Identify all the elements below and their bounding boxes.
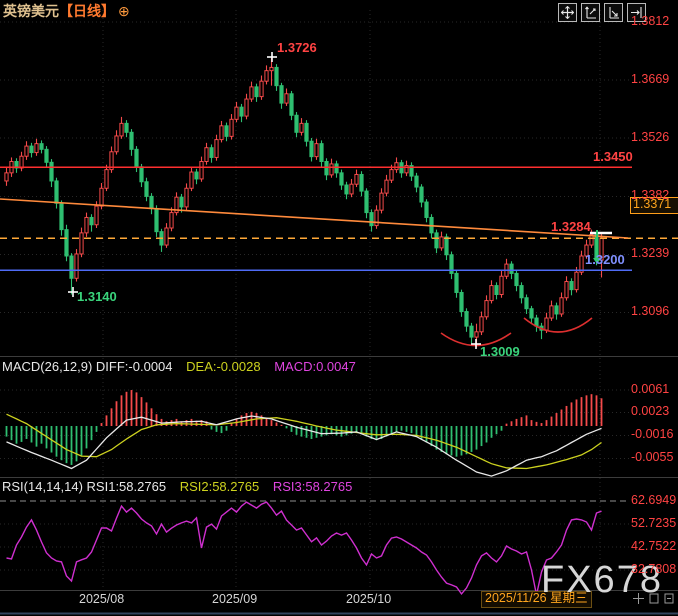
- axis-tick-label: 0.0061: [631, 383, 678, 397]
- resistance-price-label: 1.3450: [593, 150, 633, 164]
- pane-icon-2[interactable]: [664, 591, 674, 609]
- chart-canvas[interactable]: [0, 0, 678, 616]
- axis-tick-label: 52.7235: [631, 517, 678, 531]
- axis-tick-label: 1.3812: [631, 15, 678, 29]
- x-axis-month-label: 2025/09: [212, 593, 257, 607]
- trendline: [0, 199, 628, 238]
- double-bottom-arc: [524, 318, 592, 332]
- axis-tick-label: 32.7808: [631, 563, 678, 577]
- axis-tick-label: 42.7522: [631, 540, 678, 554]
- scale-y-left-icon[interactable]: [581, 3, 600, 22]
- support-price-label: 1.3200: [585, 253, 625, 267]
- swing-high-label: 1.3726: [277, 41, 317, 55]
- macd-dea-value: DEA:-0.0028: [186, 359, 260, 374]
- x-axis-month-label: 2025/10: [346, 593, 391, 607]
- period-label: 【日线】: [59, 3, 115, 19]
- x-axis-month-label: 2025/08: [79, 593, 124, 607]
- move-icon[interactable]: [558, 3, 577, 22]
- macd-hist-value: MACD:0.0047: [274, 359, 356, 374]
- scale-y-right-icon[interactable]: [604, 3, 623, 22]
- add-indicator-icon[interactable]: ⊕: [118, 3, 130, 19]
- rsi-params: RSI(14,14,14) RSI1:58.2765: [2, 479, 166, 494]
- axis-tick-label: 62.6949: [631, 494, 678, 508]
- axis-tick-label: 1.3669: [631, 73, 678, 87]
- swing-low2-label: 1.3009: [480, 345, 520, 359]
- macd-header: MACD(26,12,9) DIFF:-0.0004 DEA:-0.0028 M…: [2, 360, 356, 374]
- axis-tick-label: 1.3239: [631, 247, 678, 261]
- rsi-header: RSI(14,14,14) RSI1:58.2765 RSI2:58.2765 …: [2, 480, 352, 494]
- axis-tick-label: 0.0023: [631, 405, 678, 419]
- axis-tick-label: -0.0055: [631, 451, 678, 465]
- chart-title: 英镑美元【日线】⊕: [3, 4, 130, 19]
- macd-histogram: [7, 390, 602, 465]
- macd-params: MACD(26,12,9) DIFF:-0.0004: [2, 359, 173, 374]
- rsi3-value: RSI3:58.2765: [273, 479, 353, 494]
- trendline-price-label: 1.3284: [551, 220, 591, 234]
- axis-tick-label: 1.3382: [631, 189, 678, 203]
- axis-tick-label: -0.0016: [631, 428, 678, 442]
- axis-tick-label: 1.3526: [631, 131, 678, 145]
- chart-window: 英镑美元【日线】⊕ 1.3450 1.3284 1.3200 1.3726 1.…: [0, 0, 678, 616]
- rsi-line: [7, 502, 602, 595]
- rsi2-value: RSI2:58.2765: [180, 479, 260, 494]
- axis-tick-label: 1.3096: [631, 305, 678, 319]
- symbol-name: 英镑美元: [3, 3, 59, 19]
- swing-low1-label: 1.3140: [77, 290, 117, 304]
